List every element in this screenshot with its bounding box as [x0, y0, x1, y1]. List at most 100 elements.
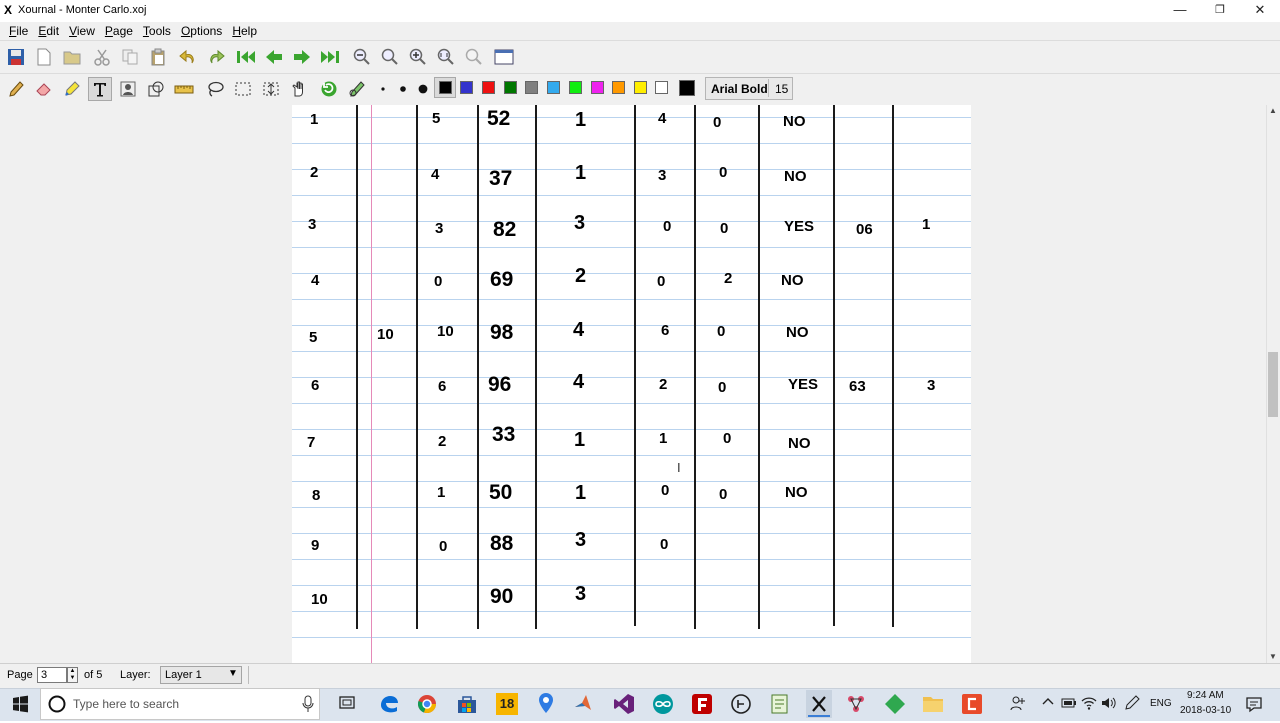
notifications-icon[interactable] — [1245, 695, 1263, 716]
menu-file[interactable]: File — [4, 22, 33, 40]
first-page-icon[interactable] — [234, 45, 258, 69]
last-page-icon[interactable] — [318, 45, 342, 69]
chevron-down-icon[interactable]: ▼ — [228, 668, 238, 679]
zoom-out-icon[interactable] — [350, 45, 374, 69]
lined-page[interactable]: 1 5 52 1 4 0 NO 2 4 37 1 3 0 NO 3 3 82 3… — [292, 105, 971, 663]
eraser-icon[interactable] — [31, 77, 55, 101]
page-number-input[interactable] — [37, 667, 67, 683]
color-orange[interactable] — [612, 81, 625, 94]
cell-value: NO — [781, 272, 804, 289]
fullscreen-icon[interactable] — [492, 45, 516, 69]
zoom-normal-icon[interactable] — [378, 45, 402, 69]
menu-edit[interactable]: Edit — [33, 22, 64, 40]
new-document-icon[interactable] — [32, 45, 56, 69]
menu-tools[interactable]: Tools — [138, 22, 176, 40]
color-red[interactable] — [482, 81, 495, 94]
text-tool-icon[interactable] — [88, 77, 112, 101]
copy-icon[interactable] — [118, 45, 142, 69]
page-width-icon[interactable] — [434, 45, 458, 69]
cortana-icon[interactable] — [47, 694, 67, 717]
zoom-in-icon[interactable] — [406, 45, 430, 69]
spin-up-icon[interactable]: ▲ — [68, 668, 77, 675]
windows-start-icon[interactable] — [0, 688, 40, 720]
color-light-blue[interactable] — [547, 81, 560, 94]
vertical-space-icon[interactable] — [259, 77, 283, 101]
file-explorer-icon[interactable] — [922, 694, 944, 717]
zoom-set-icon[interactable] — [462, 45, 486, 69]
green-diamond-app-icon[interactable] — [884, 693, 906, 718]
page-spinner[interactable]: ▲ ▼ — [67, 667, 78, 683]
clock-time[interactable]: 9:24 AM — [1187, 690, 1224, 701]
pen-icon[interactable] — [4, 77, 28, 101]
restore-button[interactable]: ❐ — [1200, 0, 1240, 22]
hand-tool-icon[interactable] — [287, 77, 311, 101]
chevron-up-icon[interactable] — [1042, 696, 1054, 711]
store-icon[interactable] — [456, 694, 478, 717]
molecule-app-icon[interactable] — [845, 693, 867, 718]
scroll-down-arrow[interactable]: ▼ — [1266, 651, 1280, 663]
app-circle-icon[interactable] — [730, 693, 752, 718]
color-green[interactable] — [504, 81, 517, 94]
menu-view[interactable]: View — [64, 22, 100, 40]
volume-icon[interactable] — [1100, 695, 1116, 714]
highlighter-icon[interactable] — [60, 77, 84, 101]
menu-options[interactable]: Options — [176, 22, 227, 40]
notepad-plus-icon[interactable] — [769, 693, 791, 718]
scroll-thumb[interactable] — [1268, 352, 1278, 417]
microphone-icon[interactable] — [302, 695, 314, 716]
menu-help[interactable]: Help — [227, 22, 262, 40]
color-yellow[interactable] — [634, 81, 647, 94]
pen-workspace-icon[interactable] — [1124, 695, 1140, 714]
canvas-area[interactable]: 1 5 52 1 4 0 NO 2 4 37 1 3 0 NO 3 3 82 3… — [0, 105, 1266, 663]
app-badge-18-icon[interactable]: 18 — [496, 693, 518, 715]
visual-studio-icon[interactable] — [613, 693, 635, 718]
color-light-green[interactable] — [569, 81, 582, 94]
ruler-icon[interactable] — [172, 77, 196, 101]
arduino-icon[interactable] — [652, 693, 674, 718]
rectangle-select-icon[interactable] — [231, 77, 255, 101]
ruled-line — [292, 247, 971, 248]
close-button[interactable]: ✕ — [1240, 0, 1280, 22]
previous-page-icon[interactable] — [262, 45, 286, 69]
filezilla-icon[interactable] — [691, 693, 713, 718]
default-pen-icon[interactable] — [317, 77, 341, 101]
color-gray[interactable] — [525, 81, 538, 94]
spin-down-icon[interactable]: ▼ — [68, 675, 77, 682]
wifi-icon[interactable] — [1081, 695, 1097, 714]
language-indicator[interactable]: ENG — [1150, 698, 1172, 709]
people-icon[interactable] — [1010, 695, 1026, 714]
color-white[interactable] — [655, 81, 668, 94]
minimize-button[interactable]: — — [1160, 0, 1200, 22]
shape-recognizer-icon[interactable] — [144, 77, 168, 101]
xournal-taskbar-icon[interactable] — [806, 690, 832, 718]
thick-line-icon[interactable] — [411, 77, 435, 101]
edge-browser-icon[interactable] — [378, 693, 400, 718]
redo-icon[interactable] — [204, 45, 228, 69]
color-black[interactable] — [439, 81, 452, 94]
next-page-icon[interactable] — [290, 45, 314, 69]
scroll-up-arrow[interactable]: ▲ — [1266, 105, 1280, 117]
pen-settings-icon[interactable] — [345, 77, 369, 101]
current-color-button[interactable] — [679, 80, 695, 96]
save-icon[interactable] — [4, 45, 28, 69]
column-divider — [758, 105, 760, 629]
menu-page[interactable]: Page — [100, 22, 138, 40]
cut-icon[interactable] — [90, 45, 114, 69]
battery-icon[interactable] — [1061, 697, 1077, 712]
open-folder-icon[interactable] — [60, 45, 84, 69]
image-tool-icon[interactable] — [116, 77, 140, 101]
clock-date[interactable]: 2018-03-10 — [1180, 705, 1231, 716]
task-view-icon[interactable] — [338, 694, 356, 715]
color-magenta[interactable] — [591, 81, 604, 94]
cell-value: 52 — [487, 107, 511, 130]
maps-icon[interactable] — [535, 692, 557, 717]
paste-icon[interactable] — [146, 45, 170, 69]
color-blue[interactable] — [460, 81, 473, 94]
chrome-browser-icon[interactable] — [416, 693, 438, 718]
undo-icon[interactable] — [176, 45, 200, 69]
font-name: Arial Bold — [711, 82, 768, 96]
lasso-select-icon[interactable] — [203, 77, 227, 101]
matlab-icon[interactable] — [574, 693, 596, 718]
red-app-icon[interactable] — [961, 693, 983, 718]
cell-value: 3 — [575, 529, 587, 551]
